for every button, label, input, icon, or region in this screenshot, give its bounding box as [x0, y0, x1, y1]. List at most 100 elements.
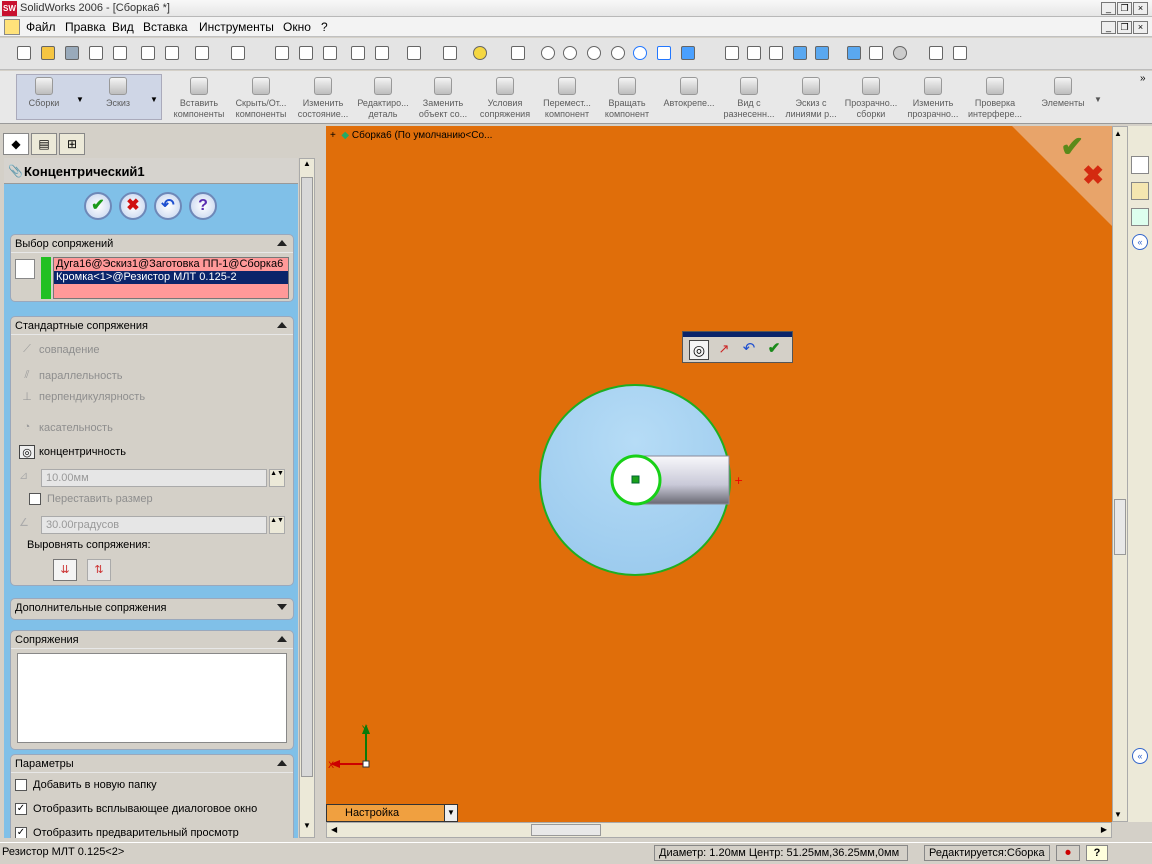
- wireframe-icon[interactable]: [722, 43, 742, 63]
- view-hscroll-thumb[interactable]: [531, 824, 601, 836]
- popup-flip-icon[interactable]: ↗: [714, 340, 734, 360]
- mate-coincident[interactable]: ⟋ совпадение: [19, 343, 279, 361]
- options-header[interactable]: Параметры: [11, 755, 293, 773]
- view-scroll-down-icon[interactable]: ▼: [1114, 810, 1122, 819]
- expand-arrow-icon[interactable]: [277, 604, 287, 610]
- exploded-view-button[interactable]: Вид с разнесенн...: [716, 75, 782, 121]
- select-icon[interactable]: [272, 43, 292, 63]
- ok-check-icon[interactable]: ✔: [84, 192, 112, 220]
- features-dropdown-icon[interactable]: ▼: [1094, 95, 1102, 104]
- explode-line-sketch-button[interactable]: Эскиз с линиями р...: [778, 75, 844, 121]
- edit-part-button[interactable]: Редактиро... деталь: [350, 75, 416, 121]
- mate-tangent[interactable]: ◔ касательность: [19, 421, 279, 439]
- print-icon[interactable]: [86, 43, 106, 63]
- mate-perpendicular[interactable]: ⊥ перпендикулярность: [19, 390, 279, 408]
- property-manager-tab-icon[interactable]: ▤: [31, 133, 57, 155]
- panel-scroll-thumb[interactable]: [301, 177, 313, 777]
- view-scroll-left-icon[interactable]: ◀: [331, 825, 337, 834]
- flip-dimension-checkbox[interactable]: [29, 493, 41, 506]
- options-icon[interactable]: [320, 43, 340, 63]
- menu-file[interactable]: Файл: [26, 20, 56, 34]
- selection-list[interactable]: Дуга16@Эскиз1@Заготовка ПП-1@Сборка6 Кро…: [53, 257, 289, 299]
- selection-item[interactable]: Дуга16@Эскиз1@Заготовка ПП-1@Сборка6: [54, 258, 288, 271]
- collapse-arrow-icon[interactable]: [277, 240, 287, 246]
- menu-edit[interactable]: Правка: [65, 20, 106, 34]
- change-state-button[interactable]: Изменить состояние...: [290, 75, 356, 121]
- configuration-manager-tab-icon[interactable]: ⊞: [59, 133, 85, 155]
- collapse-arrow-icon[interactable]: [277, 322, 287, 328]
- save-icon[interactable]: [62, 43, 82, 63]
- doc-minimize-button[interactable]: _: [1101, 21, 1116, 34]
- selection-item-selected[interactable]: Кромка<1>@Резистор МЛТ 0.125-2: [54, 271, 288, 284]
- snap-icon[interactable]: [372, 43, 392, 63]
- undo-icon[interactable]: [192, 43, 212, 63]
- rebuild-light-icon[interactable]: ⏺: [1056, 845, 1080, 861]
- mate-selection-header[interactable]: Выбор сопряжений: [11, 235, 293, 253]
- print-preview-icon[interactable]: [110, 43, 130, 63]
- features-button[interactable]: Элементы: [1030, 75, 1096, 121]
- realview-icon[interactable]: [890, 43, 910, 63]
- mate-concentric[interactable]: ◎ концентричность: [19, 445, 279, 463]
- cm-assembly-button[interactable]: Сборки: [14, 75, 74, 121]
- home-icon[interactable]: [1131, 156, 1149, 174]
- interference-check-button[interactable]: Проверка интерфере...: [962, 75, 1028, 121]
- anti-aligned-icon[interactable]: ⇅: [87, 559, 111, 581]
- shaded-edges-icon[interactable]: [790, 43, 810, 63]
- menu-window[interactable]: Окно: [283, 20, 311, 34]
- mates-header[interactable]: Сопряжения: [11, 631, 293, 649]
- feature-manager-tab-icon[interactable]: ◆: [3, 133, 29, 155]
- doc-restore-button[interactable]: ❐: [1117, 21, 1132, 34]
- doc-close-button[interactable]: ×: [1133, 21, 1148, 34]
- add-to-folder-checkbox[interactable]: [15, 779, 27, 792]
- advanced-mates-group[interactable]: Дополнительные сопряжения: [10, 598, 294, 620]
- add-to-folder-option[interactable]: Добавить в новую папку: [15, 779, 275, 797]
- file-explorer-icon[interactable]: [1131, 208, 1149, 226]
- new-icon[interactable]: [14, 43, 34, 63]
- help-question-icon[interactable]: ?: [189, 192, 217, 220]
- cm-assembly-dropdown-icon[interactable]: ▼: [76, 95, 84, 104]
- configuration-dropdown-icon[interactable]: ▼: [444, 805, 457, 821]
- scroll-down-icon[interactable]: ▼: [301, 821, 313, 835]
- grid-icon[interactable]: [348, 43, 368, 63]
- perspective-icon[interactable]: [866, 43, 886, 63]
- angle-field[interactable]: 30.00градусов: [41, 516, 267, 534]
- measure-icon[interactable]: [926, 43, 946, 63]
- standard-mates-header[interactable]: Стандартные сопряжения: [11, 317, 293, 335]
- advanced-mates-header[interactable]: Дополнительные сопряжения: [11, 599, 293, 617]
- help-icon[interactable]: [470, 43, 490, 63]
- section-view-icon[interactable]: [844, 43, 864, 63]
- scroll-up-icon[interactable]: ▲: [301, 159, 313, 173]
- menu-insert[interactable]: Вставка: [143, 20, 188, 34]
- mate-button[interactable]: Условия сопряжения: [472, 75, 538, 121]
- toggle-icon[interactable]: [404, 43, 424, 63]
- collapse-pane-icon[interactable]: «: [1132, 234, 1148, 250]
- filter-icon[interactable]: [440, 43, 460, 63]
- minimize-button[interactable]: _: [1101, 2, 1116, 15]
- mass-props-icon[interactable]: [950, 43, 970, 63]
- view-scroll-right-icon[interactable]: ▶: [1101, 825, 1107, 834]
- zoom-selection-icon[interactable]: [608, 43, 628, 63]
- hidden-removed-icon[interactable]: [766, 43, 786, 63]
- distance-field[interactable]: 10.00мм: [41, 469, 267, 487]
- replace-component-button[interactable]: Заменить объект со...: [410, 75, 476, 121]
- collapse-arrow-icon[interactable]: [277, 636, 287, 642]
- rebuild-icon[interactable]: [296, 43, 316, 63]
- zoom-fit-icon[interactable]: [538, 43, 558, 63]
- smart-fasteners-button[interactable]: Автокрепе...: [656, 75, 722, 121]
- expand-pane-icon[interactable]: «: [1132, 748, 1148, 764]
- model-view[interactable]: +: [526, 366, 766, 586]
- angle-spinner[interactable]: ▲▼: [269, 516, 285, 534]
- insert-components-button[interactable]: Вставить компоненты: [166, 75, 232, 121]
- undo-arrow-icon[interactable]: ↶: [154, 192, 182, 220]
- cancel-x-icon[interactable]: ✖: [119, 192, 147, 220]
- redo-icon[interactable]: [228, 43, 248, 63]
- cm-sketch-button[interactable]: Эскиз: [88, 75, 148, 121]
- close-button[interactable]: ×: [1133, 2, 1148, 15]
- show-popup-checkbox[interactable]: ✓: [15, 803, 27, 816]
- hide-show-components-button[interactable]: Скрыть/От... компоненты: [228, 75, 294, 121]
- menu-view[interactable]: Вид: [112, 20, 134, 34]
- move-component-button[interactable]: Перемест... компонент: [534, 75, 600, 121]
- cancel-x-icon[interactable]: ✖: [1082, 160, 1104, 191]
- confirm-check-icon[interactable]: ✔: [1061, 130, 1084, 163]
- feature-tree-flyout[interactable]: + ◆ Сборка6 (По умолчанию<Со...: [330, 130, 492, 141]
